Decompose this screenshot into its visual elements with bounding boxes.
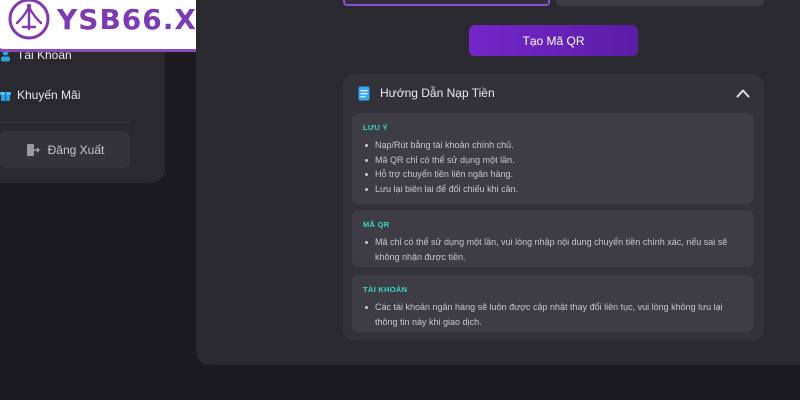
deposit-guide-card: Hướng Dẫn Nạp Tiền LƯU Ý Nạp/Rút bằng tà… bbox=[343, 74, 764, 341]
logout-button[interactable]: Đăng Xuất bbox=[0, 131, 130, 168]
bullet-list: Nạp/Rút bằng tài khoản chính chủ. Mã QR … bbox=[363, 138, 743, 196]
document-icon bbox=[358, 86, 370, 100]
divider bbox=[0, 122, 130, 123]
logout-icon bbox=[26, 143, 40, 156]
guide-header[interactable]: Hướng Dẫn Nạp Tiền bbox=[343, 74, 764, 112]
list-item: Các tài khoản ngân hàng sẽ luôn được cập… bbox=[363, 300, 743, 329]
amount-input[interactable] bbox=[343, 0, 550, 6]
list-item: Hỗ trợ chuyển tiền liên ngân hàng. bbox=[363, 167, 743, 182]
create-qr-button[interactable]: Tạo Mã QR bbox=[469, 25, 638, 56]
bullet-list: Mã chỉ có thể sử dụng một lần, vui lòng … bbox=[363, 235, 743, 264]
gift-icon bbox=[0, 91, 11, 101]
guide-section-account: TÀI KHOẢN Các tài khoản ngân hàng sẽ luô… bbox=[352, 275, 754, 332]
list-item: Nạp/Rút bằng tài khoản chính chủ. bbox=[363, 138, 743, 153]
list-item: Mã chỉ có thể sử dụng một lần, vui lòng … bbox=[363, 235, 743, 264]
sidebar-item-label: Khuyến Mãi bbox=[17, 88, 81, 102]
logo-icon bbox=[8, 0, 50, 40]
section-title: TÀI KHOẢN bbox=[363, 285, 408, 294]
secondary-input[interactable] bbox=[556, 0, 764, 6]
section-title: MÃ QR bbox=[363, 220, 390, 229]
guide-title: Hướng Dẫn Nạp Tiền bbox=[380, 86, 495, 100]
chevron-up-icon[interactable] bbox=[736, 88, 750, 98]
section-title: LƯU Ý bbox=[363, 123, 388, 132]
list-item: Lưu lại biên lai để đối chiếu khi cần. bbox=[363, 182, 743, 197]
guide-section-notes: LƯU Ý Nạp/Rút bằng tài khoản chính chủ. … bbox=[352, 113, 754, 204]
bullet-list: Các tài khoản ngân hàng sẽ luôn được cập… bbox=[363, 300, 743, 329]
sidebar-item-promotions[interactable]: Khuyến Mãi bbox=[0, 88, 80, 102]
guide-section-qr: MÃ QR Mã chỉ có thể sử dụng một lần, vui… bbox=[352, 210, 754, 267]
list-item: Mã QR chỉ có thể sử dụng một lần. bbox=[363, 153, 743, 168]
logout-label: Đăng Xuất bbox=[47, 142, 105, 157]
